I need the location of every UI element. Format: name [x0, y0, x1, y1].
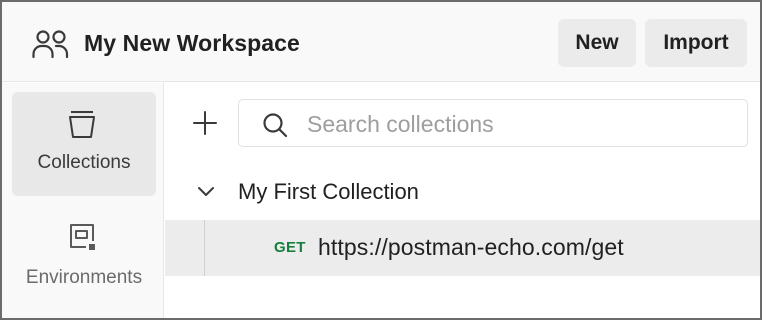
sidebar: Collections Environments [2, 83, 164, 318]
request-url: https://postman-echo.com/get [318, 234, 624, 260]
app-window: My New Workspace New Import Collections [0, 0, 762, 320]
search-icon [261, 111, 289, 139]
sidebar-item-environments[interactable]: Environments [12, 205, 156, 309]
collection-name: My First Collection [238, 179, 419, 204]
sidebar-item-collections[interactable]: Collections [12, 92, 156, 196]
tree-guide-line [204, 220, 205, 276]
team-icon [32, 28, 70, 60]
search-input[interactable] [307, 108, 727, 140]
chevron-down-icon[interactable] [195, 183, 217, 201]
collections-panel: My First Collection GET https://postman-… [165, 83, 760, 318]
workspace-header: My New Workspace New Import [2, 2, 760, 82]
workspace-title: My New Workspace [84, 30, 300, 56]
request-row[interactable]: GET https://postman-echo.com/get [165, 220, 760, 276]
new-button[interactable]: New [558, 19, 636, 67]
collection-row[interactable]: My First Collection [165, 167, 760, 217]
request-method-badge: GET [274, 239, 306, 256]
sidebar-item-label: Collections [37, 152, 131, 173]
import-button[interactable]: Import [645, 19, 747, 67]
trash-bin-collections-icon [66, 108, 98, 140]
search-box[interactable] [238, 99, 748, 147]
plus-icon[interactable] [189, 107, 221, 139]
environment-icon [66, 221, 98, 253]
sidebar-item-label: Environments [25, 267, 143, 288]
